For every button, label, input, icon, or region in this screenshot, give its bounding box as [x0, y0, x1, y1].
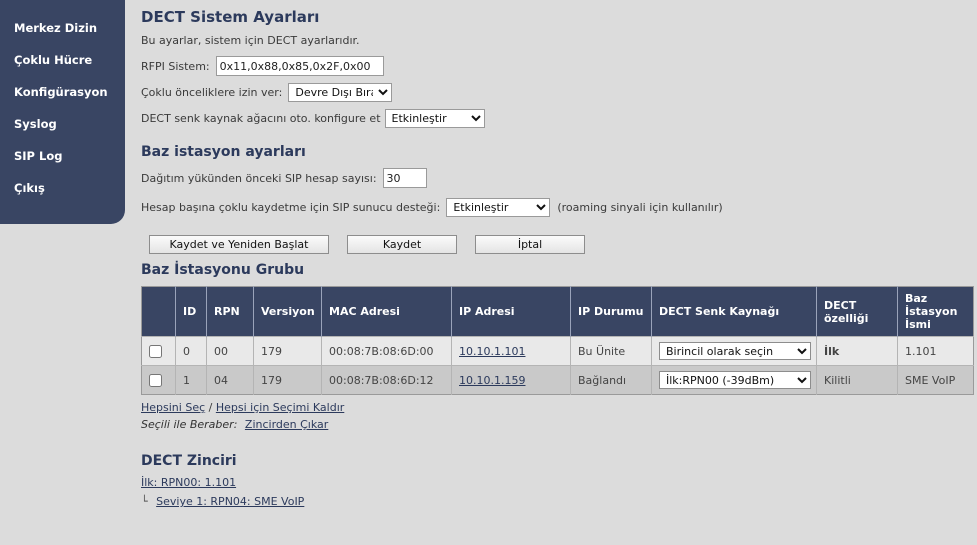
sidebar-item-sip-log[interactable]: SIP Log	[0, 140, 125, 172]
dect-system-settings-section: DECT Sistem Ayarları Bu ayarlar, sistem …	[141, 8, 977, 128]
sip-count-row: Dağıtım yükünden önceki SIP hesap sayısı…	[141, 168, 977, 188]
chain-root-link[interactable]: İlk: RPN00: 1.101	[141, 476, 236, 489]
cell-base-name: 1.101	[897, 336, 974, 366]
base-station-table: ID RPN Versiyon MAC Adresi IP Adresi IP …	[141, 286, 974, 395]
cell-ip: 10.10.1.101	[451, 336, 571, 366]
select-all-link[interactable]: Hepsini Seç	[141, 401, 205, 414]
remove-from-chain-link[interactable]: Zincirden Çıkar	[245, 418, 328, 431]
row-checkbox-cell	[141, 336, 176, 366]
col-header-ip: IP Adresi	[451, 286, 571, 337]
base-station-settings-title: Baz istasyon ayarları	[141, 144, 306, 160]
multi-priority-row: Çoklu önceliklere izin ver: Devre Dışı B…	[141, 83, 977, 102]
cancel-button[interactable]: İptal	[475, 235, 585, 254]
col-header-rpn: RPN	[206, 286, 254, 337]
sip-multi-reg-select[interactable]: EtkinleştirDevre Dışı Bırak	[446, 198, 551, 217]
cell-version: 179	[253, 336, 322, 366]
dect-system-settings-title: DECT Sistem Ayarları	[141, 8, 320, 26]
table-row: 1 04 179 00:08:7B:08:6D:12 10.10.1.159 B…	[141, 365, 974, 395]
main-content: DECT Sistem Ayarları Bu ayarlar, sistem …	[141, 0, 977, 545]
cell-ip-status: Bağlandı	[570, 365, 652, 395]
auto-sync-label: DECT senk kaynak ağacını oto. konfigure …	[141, 112, 381, 125]
col-header-base-name: Baz İstasyon İsmi	[897, 286, 974, 337]
sidebar-item-syslog[interactable]: Syslog	[0, 108, 125, 140]
dect-chain-title: DECT Zinciri	[141, 453, 237, 469]
table-action-links: Hepsini Seç / Hepsi için Seçimi Kaldır S…	[141, 401, 977, 431]
col-header-dect-property: DECT özelliği	[816, 286, 898, 337]
multi-priority-select[interactable]: Devre Dışı BırakEtkinleştir	[288, 83, 393, 102]
chain-child-row: └ Seviye 1: RPN04: SME VoIP	[141, 495, 977, 508]
cell-dect-property: Kilitli	[816, 365, 898, 395]
with-selected-row: Seçili ile Beraber: Zincirden Çıkar	[141, 418, 977, 431]
sip-multi-reg-row: Hesap başına çoklu kaydetme için SIP sun…	[141, 198, 977, 217]
col-header-mac: MAC Adresi	[321, 286, 452, 337]
row-checkbox-cell	[141, 365, 176, 395]
save-button[interactable]: Kaydet	[347, 235, 457, 254]
cell-base-name: SME VoIP	[897, 365, 974, 395]
col-header-checkbox	[141, 286, 176, 337]
action-button-row: Kaydet ve Yeniden Başlat Kaydet İptal	[149, 235, 977, 254]
sidebar-item-coklu-hucre[interactable]: Çoklu Hücre	[0, 44, 125, 76]
cell-sync-source: Birincil olarak seçinİlk:RPN00 (-39dBm)	[651, 336, 817, 366]
with-selected-label: Seçili ile Beraber:	[141, 418, 238, 431]
tree-branch-icon: └	[141, 495, 148, 508]
row-select-checkbox[interactable]	[149, 344, 162, 358]
auto-sync-row: DECT senk kaynak ağacını oto. konfigure …	[141, 109, 977, 128]
chain-child-link[interactable]: Seviye 1: RPN04: SME VoIP	[156, 495, 304, 508]
sync-source-select[interactable]: İlk:RPN00 (-39dBm)Birincil olarak seçin	[659, 371, 811, 389]
cell-mac: 00:08:7B:08:6D:12	[321, 365, 452, 395]
rfpi-label: RFPI Sistem:	[141, 59, 210, 73]
cell-mac: 00:08:7B:08:6D:00	[321, 336, 452, 366]
save-and-restart-button[interactable]: Kaydet ve Yeniden Başlat	[149, 235, 329, 254]
sidebar-item-cikis[interactable]: Çıkış	[0, 172, 125, 204]
base-station-settings-section: Baz istasyon ayarları Dağıtım yükünden ö…	[141, 144, 977, 217]
col-header-sync-source: DECT Senk Kaynağı	[651, 286, 817, 337]
cell-id: 1	[175, 365, 207, 395]
row-select-checkbox[interactable]	[149, 373, 162, 387]
sync-source-select[interactable]: Birincil olarak seçinİlk:RPN00 (-39dBm)	[659, 342, 811, 360]
cell-id: 0	[175, 336, 207, 366]
col-header-version: Versiyon	[253, 286, 322, 337]
col-header-ip-status: IP Durumu	[570, 286, 652, 337]
deselect-all-link[interactable]: Hepsi için Seçimi Kaldır	[216, 401, 344, 414]
base-station-group-section: Baz İstasyonu Grubu ID RPN Versiyon MAC …	[141, 262, 977, 431]
cell-rpn: 04	[206, 365, 254, 395]
table-row: 0 00 179 00:08:7B:08:6D:00 10.10.1.101 B…	[141, 336, 974, 366]
sip-multi-reg-label: Hesap başına çoklu kaydetme için SIP sun…	[141, 201, 441, 214]
rfpi-row: RFPI Sistem:	[141, 56, 977, 76]
rfpi-input[interactable]	[215, 56, 384, 76]
table-header-row: ID RPN Versiyon MAC Adresi IP Adresi IP …	[141, 286, 974, 337]
sip-count-input[interactable]	[382, 168, 427, 188]
sip-multi-reg-hint: (roaming sinyali için kullanılır)	[557, 201, 723, 214]
ip-address-link[interactable]: 10.10.1.159	[459, 374, 525, 387]
cell-sync-source: İlk:RPN00 (-39dBm)Birincil olarak seçin	[651, 365, 817, 395]
sidebar-item-merkez-dizin[interactable]: Merkez Dizin	[0, 12, 125, 44]
cell-version: 179	[253, 365, 322, 395]
cell-ip: 10.10.1.159	[451, 365, 571, 395]
sidebar-item-konfigurasyon[interactable]: Konfigürasyon	[0, 76, 125, 108]
col-header-id: ID	[175, 286, 207, 337]
ip-address-link[interactable]: 10.10.1.101	[459, 345, 525, 358]
sip-count-label: Dağıtım yükünden önceki SIP hesap sayısı…	[141, 171, 377, 185]
cell-rpn: 00	[206, 336, 254, 366]
select-links-row: Hepsini Seç / Hepsi için Seçimi Kaldır	[141, 401, 977, 414]
dect-system-settings-description: Bu ayarlar, sistem için DECT ayarlarıdır…	[141, 34, 360, 47]
sidebar: Merkez Dizin Çoklu Hücre Konfigürasyon S…	[0, 0, 125, 224]
chain-root-row: İlk: RPN00: 1.101	[141, 476, 977, 489]
cell-ip-status: Bu Ünite	[570, 336, 652, 366]
base-station-group-title: Baz İstasyonu Grubu	[141, 262, 305, 278]
link-separator: /	[208, 401, 213, 414]
dect-chain-section: DECT Zinciri İlk: RPN00: 1.101 └ Seviye …	[141, 453, 977, 508]
multi-priority-label: Çoklu önceliklere izin ver:	[141, 86, 283, 99]
cell-dect-property: İlk	[816, 336, 898, 366]
auto-sync-select[interactable]: EtkinleştirDevre Dışı Bırak	[384, 109, 485, 128]
